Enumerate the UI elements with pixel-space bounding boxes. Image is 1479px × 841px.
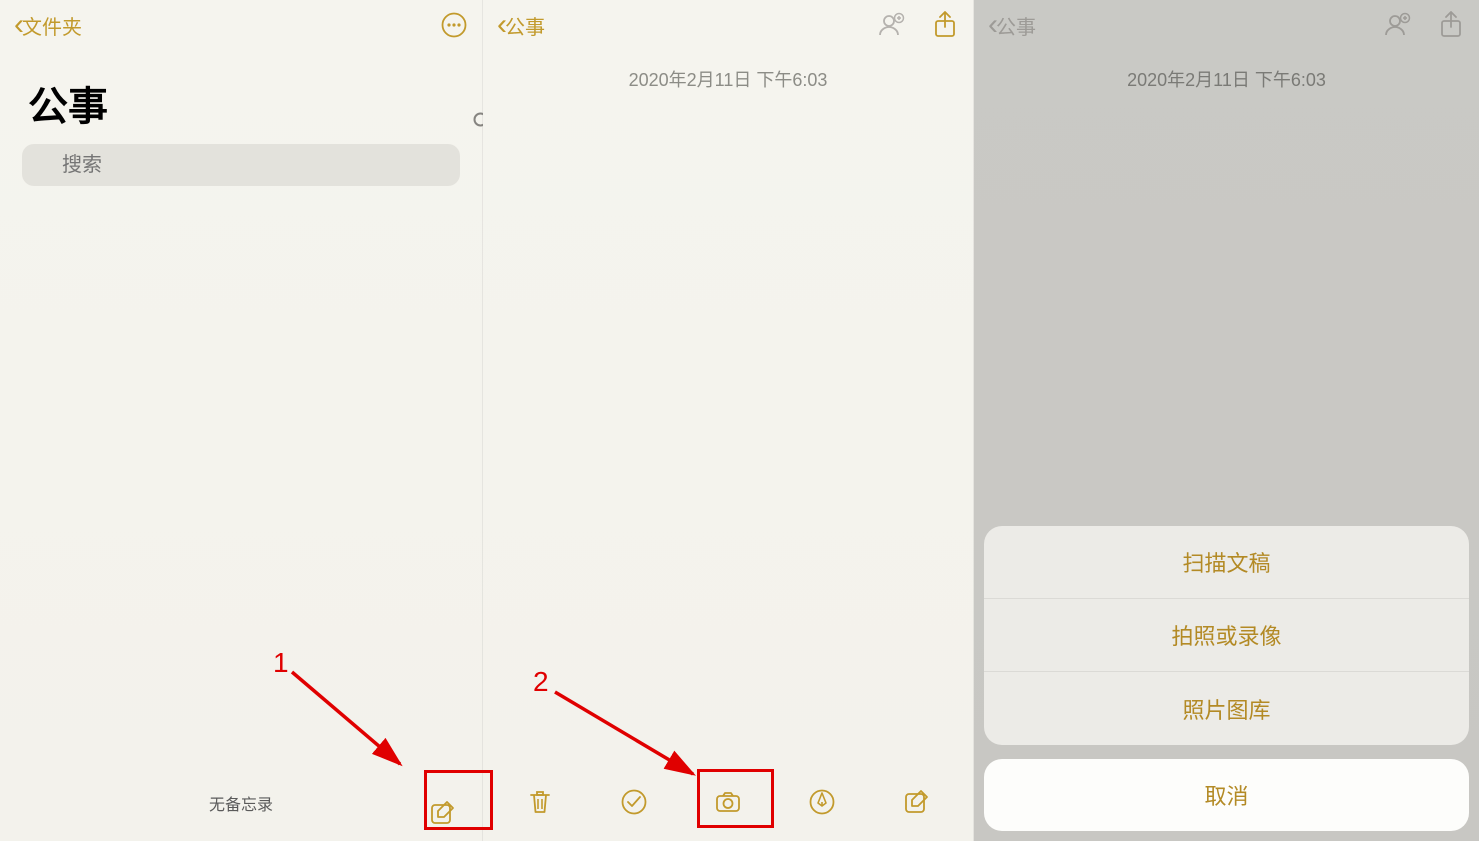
- compose-button-disabled: [902, 788, 930, 816]
- note-timestamp: 2020年2月11日 下午6:03: [483, 50, 973, 92]
- note-panel-with-sheet: ‹ 公事: [974, 0, 1479, 841]
- panel3-top-right-icons: [1383, 11, 1465, 39]
- panel2-topbar: ‹ 公事: [483, 0, 973, 50]
- folder-title: 公事: [0, 50, 482, 144]
- annotation-box-2: [697, 769, 774, 828]
- share-icon: [931, 11, 959, 39]
- check-circle-icon: [620, 788, 648, 816]
- annotation-box-1: [424, 770, 493, 830]
- trash-icon: [526, 788, 554, 816]
- search-input[interactable]: [22, 144, 460, 186]
- take-photo-video-option[interactable]: 拍照或录像: [984, 599, 1469, 672]
- footer-status-label: 无备忘录: [0, 791, 482, 841]
- checklist-button[interactable]: [620, 788, 648, 816]
- back-button-dimmed: ‹ 公事: [988, 10, 1036, 40]
- folder-list-panel: ‹ 文件夹 公事 无备忘录: [0, 0, 483, 841]
- panel3-topbar: ‹ 公事: [974, 0, 1479, 50]
- annotation-number-2: 2: [533, 666, 549, 698]
- person-add-icon: [1383, 11, 1411, 39]
- markup-button[interactable]: [808, 788, 836, 816]
- back-label: 公事: [996, 11, 1036, 40]
- pen-tip-circle-icon: [808, 788, 836, 816]
- note-panel: ‹ 公事 2020年2月11日 下午6:0: [483, 0, 974, 841]
- action-sheet-wrap: 扫描文稿 拍照或录像 照片图库 取消: [974, 526, 1479, 841]
- person-add-icon: [877, 11, 905, 39]
- back-to-folders-button[interactable]: ‹ 文件夹: [14, 10, 82, 40]
- annotation-number-1: 1: [273, 647, 289, 679]
- compose-icon: [902, 788, 930, 816]
- delete-note-button[interactable]: [526, 788, 554, 816]
- panel2-top-right-icons: [877, 11, 959, 39]
- share-icon: [1437, 11, 1465, 39]
- cancel-button[interactable]: 取消: [984, 759, 1469, 831]
- collaborate-button-dimmed: [1383, 11, 1411, 39]
- share-button-dimmed: [1437, 11, 1465, 39]
- more-button[interactable]: [440, 11, 468, 39]
- photo-library-option[interactable]: 照片图库: [984, 672, 1469, 745]
- scan-documents-option[interactable]: 扫描文稿: [984, 526, 1469, 599]
- action-sheet: 扫描文稿 拍照或录像 照片图库: [984, 526, 1469, 745]
- back-to-folder-button[interactable]: ‹ 公事: [497, 10, 545, 40]
- back-label: 文件夹: [22, 11, 82, 40]
- panel1-topbar: ‹ 文件夹: [0, 0, 482, 50]
- back-label: 公事: [505, 11, 545, 40]
- note-timestamp-dimmed: 2020年2月11日 下午6:03: [974, 50, 1479, 92]
- collaborate-button: [877, 11, 905, 39]
- search-wrap: [0, 144, 482, 200]
- ellipsis-circle-icon: [440, 11, 468, 39]
- share-button[interactable]: [931, 11, 959, 39]
